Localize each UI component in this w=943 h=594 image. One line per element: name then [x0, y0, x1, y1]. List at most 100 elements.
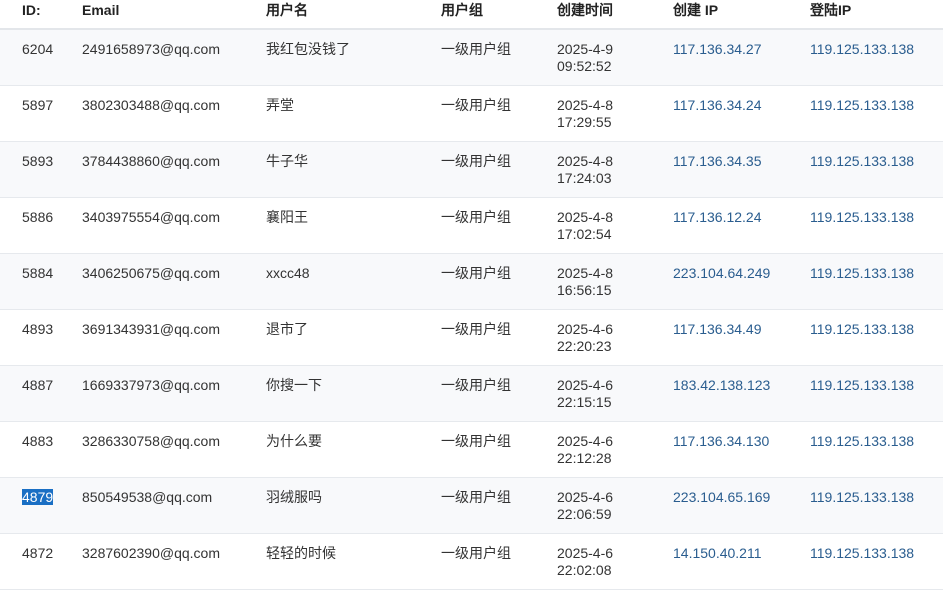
cell-created-ip[interactable]: 117.136.34.24	[673, 97, 762, 114]
cell-id: 4883	[22, 433, 53, 450]
header-group[interactable]: 用户组	[441, 0, 483, 22]
cell-time: 22:06:59	[557, 506, 612, 522]
cell-id: 4887	[22, 377, 53, 394]
cell-username: 羽绒服吗	[266, 489, 322, 505]
cell-group: 一级用户组	[441, 321, 511, 337]
cell-login-ip[interactable]: 119.125.133.138	[810, 321, 914, 338]
cell-id-text: 5897	[22, 97, 54, 113]
cell-date: 2025-4-8	[557, 153, 614, 169]
cell-login-ip[interactable]: 119.125.133.138	[810, 377, 914, 394]
cell-id-text-selected: 4879	[22, 489, 54, 505]
table-row[interactable]: 4883 3286330758@qq.com 为什么要 一级用户组 2025-4…	[0, 422, 943, 478]
header-username[interactable]: 用户名	[266, 0, 308, 22]
cell-created-ip[interactable]: 223.104.64.249	[673, 265, 770, 282]
cell-login-ip[interactable]: 119.125.133.138	[810, 97, 914, 114]
cell-created-time: 2025-4-8 16:56:15	[557, 265, 613, 299]
cell-group: 一级用户组	[441, 153, 511, 169]
cell-id-text: 5886	[22, 209, 54, 225]
cell-username: 为什么要	[266, 433, 322, 449]
cell-created-ip[interactable]: 117.136.34.49	[673, 321, 762, 338]
cell-created-time: 2025-4-6 22:12:28	[557, 433, 613, 467]
cell-email: 850549538@qq.com	[82, 489, 213, 505]
cell-date: 2025-4-8	[557, 209, 614, 225]
cell-id: 4893	[22, 321, 53, 338]
cell-created-ip[interactable]: 183.42.138.123	[673, 377, 770, 394]
cell-id: 5886	[22, 209, 53, 226]
cell-created-ip[interactable]: 117.136.34.27	[673, 41, 762, 58]
cell-login-ip[interactable]: 119.125.133.138	[810, 489, 914, 506]
table-row[interactable]: 5886 3403975554@qq.com 襄阳王 一级用户组 2025-4-…	[0, 198, 943, 254]
cell-username: 弄堂	[266, 97, 294, 113]
header-email[interactable]: Email	[82, 0, 119, 22]
header-created-ip[interactable]: 创建 IP	[673, 0, 718, 22]
cell-time: 17:02:54	[557, 226, 612, 242]
cell-email: 3784438860@qq.com	[82, 153, 220, 169]
cell-created-ip[interactable]: 117.136.34.35	[673, 153, 762, 170]
table-row[interactable]: 5893 3784438860@qq.com 牛子华 一级用户组 2025-4-…	[0, 142, 943, 198]
cell-email: 3691343931@qq.com	[82, 321, 220, 337]
cell-created-time: 2025-4-8 17:24:03	[557, 153, 613, 187]
cell-created-ip[interactable]: 117.136.34.130	[673, 433, 769, 450]
cell-created-ip[interactable]: 14.150.40.211	[673, 545, 762, 562]
cell-group: 一级用户组	[441, 97, 511, 113]
cell-group: 一级用户组	[441, 433, 511, 449]
table-row[interactable]: 4872 3287602390@qq.com 轻轻的时候 一级用户组 2025-…	[0, 534, 943, 590]
cell-created-ip[interactable]: 117.136.12.24	[673, 209, 762, 226]
cell-created-time: 2025-4-6 22:15:15	[557, 377, 613, 411]
cell-id: 5893	[22, 153, 53, 170]
cell-created-ip[interactable]: 223.104.65.169	[673, 489, 770, 506]
cell-created-time: 2025-4-8 17:02:54	[557, 209, 613, 243]
cell-id-text: 4893	[22, 321, 54, 337]
header-created-time[interactable]: 创建时间	[557, 0, 613, 22]
table-row[interactable]: 4879 850549538@qq.com 羽绒服吗 一级用户组 2025-4-…	[0, 478, 943, 534]
cell-id: 4872	[22, 545, 53, 562]
cell-time: 16:56:15	[557, 282, 612, 298]
cell-id-text: 4887	[22, 377, 54, 393]
cell-time: 17:24:03	[557, 170, 612, 186]
cell-login-ip[interactable]: 119.125.133.138	[810, 545, 914, 562]
table-row[interactable]: 5884 3406250675@qq.com xxcc48 一级用户组 2025…	[0, 254, 943, 310]
cell-login-ip[interactable]: 119.125.133.138	[810, 433, 914, 450]
cell-id: 4879	[22, 489, 54, 506]
cell-time: 22:12:28	[557, 450, 612, 466]
cell-email: 3802303488@qq.com	[82, 97, 220, 113]
cell-time: 09:52:52	[557, 58, 612, 74]
cell-id-text: 5884	[22, 265, 54, 281]
cell-id-text: 4872	[22, 545, 54, 561]
cell-created-time: 2025-4-9 09:52:52	[557, 41, 613, 75]
cell-id: 5884	[22, 265, 53, 282]
cell-email: 3286330758@qq.com	[82, 433, 220, 449]
header-id[interactable]: ID:	[22, 0, 41, 22]
cell-username: 退市了	[266, 321, 308, 337]
table-row[interactable]: 5897 3802303488@qq.com 弄堂 一级用户组 2025-4-8…	[0, 86, 943, 142]
cell-created-time: 2025-4-6 22:20:23	[557, 321, 613, 355]
cell-username: 轻轻的时候	[266, 545, 336, 561]
cell-id-text: 4883	[22, 433, 54, 449]
cell-login-ip[interactable]: 119.125.133.138	[810, 41, 914, 58]
table-row[interactable]: 4887 1669337973@qq.com 你搜一下 一级用户组 2025-4…	[0, 366, 943, 422]
table-header: ID: Email 用户名 用户组 创建时间 创建 IP 登陆IP	[0, 0, 943, 30]
cell-username: 你搜一下	[266, 377, 322, 393]
cell-time: 22:20:23	[557, 338, 612, 354]
cell-date: 2025-4-8	[557, 265, 614, 281]
table-body: 6204 2491658973@qq.com 我红包没钱了 一级用户组 2025…	[0, 30, 943, 590]
cell-id-text: 5893	[22, 153, 54, 169]
cell-login-ip[interactable]: 119.125.133.138	[810, 265, 914, 282]
cell-date: 2025-4-6	[557, 489, 614, 505]
cell-created-time: 2025-4-6 22:06:59	[557, 489, 613, 523]
table-row[interactable]: 6204 2491658973@qq.com 我红包没钱了 一级用户组 2025…	[0, 30, 943, 86]
cell-id-text: 6204	[22, 41, 54, 57]
cell-email: 3403975554@qq.com	[82, 209, 220, 225]
table-row[interactable]: 4893 3691343931@qq.com 退市了 一级用户组 2025-4-…	[0, 310, 943, 366]
cell-username: 牛子华	[266, 153, 308, 169]
cell-email: 3287602390@qq.com	[82, 545, 220, 561]
cell-login-ip[interactable]: 119.125.133.138	[810, 153, 914, 170]
cell-group: 一级用户组	[441, 41, 511, 57]
cell-email: 1669337973@qq.com	[82, 377, 220, 393]
cell-username: 襄阳王	[266, 209, 308, 225]
cell-group: 一级用户组	[441, 545, 511, 561]
cell-username: xxcc48	[266, 265, 310, 281]
cell-created-time: 2025-4-8 17:29:55	[557, 97, 613, 131]
cell-login-ip[interactable]: 119.125.133.138	[810, 209, 914, 226]
header-login-ip[interactable]: 登陆IP	[810, 0, 851, 22]
